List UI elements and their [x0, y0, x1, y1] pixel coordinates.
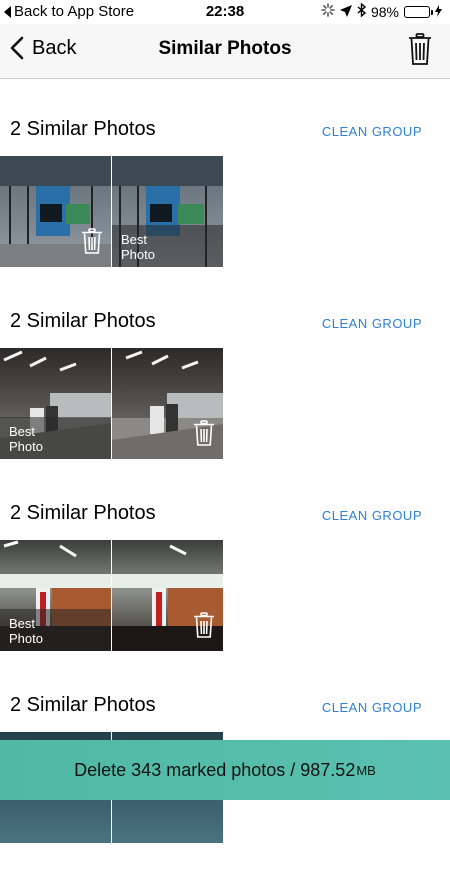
- trash-icon: [408, 33, 432, 65]
- trash-button[interactable]: [408, 33, 432, 70]
- similar-group: 2 Similar Photos CLEAN GROUP: [0, 118, 450, 310]
- bluetooth-icon: [357, 3, 366, 20]
- size-unit: MB: [356, 763, 376, 778]
- photo-thumbnail[interactable]: Best Photo: [0, 348, 111, 459]
- group-title: 2 Similar Photos: [10, 310, 156, 333]
- photo-thumbnail[interactable]: Best Photo: [112, 156, 223, 267]
- activity-spinner-icon: [321, 3, 335, 20]
- similar-group: 2 Similar Photos CLEAN GROUP Best Photo: [0, 310, 450, 502]
- marked-trash-icon[interactable]: [193, 612, 215, 643]
- battery-percent: 98%: [371, 4, 399, 20]
- charging-bolt-icon: [435, 4, 442, 20]
- navigation-bar: Back Similar Photos: [0, 24, 450, 79]
- clean-group-button[interactable]: CLEAN GROUP: [322, 700, 422, 715]
- best-photo-label: Best Photo: [9, 616, 69, 646]
- marked-trash-icon[interactable]: [193, 420, 215, 451]
- photo-thumbnail[interactable]: [112, 540, 223, 651]
- group-title: 2 Similar Photos: [10, 502, 156, 525]
- photo-thumbnail[interactable]: [112, 348, 223, 459]
- best-photo-label: Best Photo: [121, 232, 181, 262]
- group-title: 2 Similar Photos: [10, 694, 156, 717]
- status-bar: Back to App Store 22:38 98%: [0, 0, 450, 24]
- photo-thumbnail[interactable]: [0, 156, 111, 267]
- photo-thumbnail[interactable]: Best Photo: [0, 540, 111, 651]
- battery-icon: [404, 6, 430, 18]
- page-title: Similar Photos: [0, 38, 450, 60]
- location-arrow-icon: [340, 4, 352, 20]
- clean-group-button[interactable]: CLEAN GROUP: [322, 316, 422, 331]
- group-title: 2 Similar Photos: [10, 118, 156, 141]
- similar-group: 2 Similar Photos CLEAN GROUP Best Photo: [0, 502, 450, 694]
- marked-trash-icon[interactable]: [81, 228, 103, 259]
- clean-group-button[interactable]: CLEAN GROUP: [322, 124, 422, 139]
- delete-marked-label: Delete 343 marked photos / 987.52: [74, 760, 355, 781]
- delete-marked-button[interactable]: Delete 343 marked photos / 987.52MB: [0, 740, 450, 800]
- best-photo-label: Best Photo: [9, 424, 69, 454]
- clean-group-button[interactable]: CLEAN GROUP: [322, 508, 422, 523]
